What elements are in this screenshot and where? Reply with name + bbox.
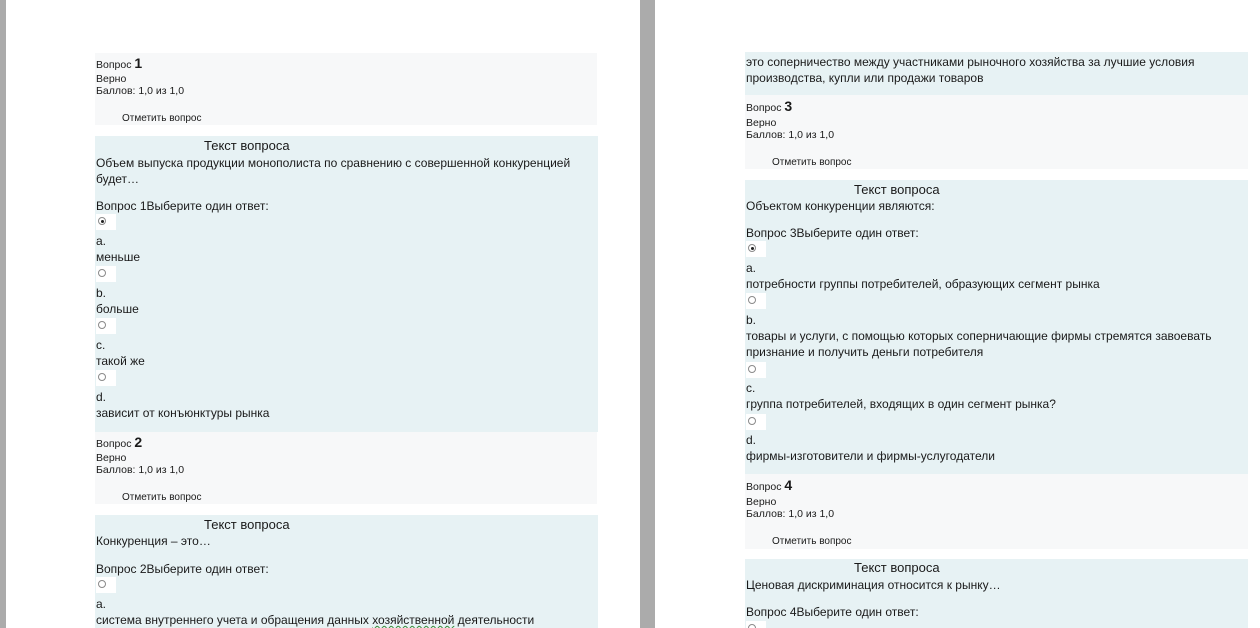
option-d-text: зависит от конъюнктуры рынка xyxy=(96,406,270,420)
question-2-prompt: Вопрос 2Выберите один ответ: xyxy=(96,562,269,576)
question-4-score: Баллов: 1,0 из 1,0 xyxy=(746,508,835,520)
question-2-info: Вопрос 2 Верно Баллов: 1,0 из 1,0 Отмети… xyxy=(95,432,597,504)
question-3-info: Вопрос 3 Верно Баллов: 1,0 из 1,0 Отмети… xyxy=(745,95,1248,169)
option-a-letter: a. xyxy=(96,597,107,611)
option-a-radio[interactable] xyxy=(746,241,766,257)
option-a-radio[interactable] xyxy=(96,214,116,230)
option-a-text: система внутреннего учета и обращения да… xyxy=(96,612,534,628)
question-2-status: Верно xyxy=(96,452,127,464)
question-3-prompt: Вопрос 3Выберите один ответ: xyxy=(746,226,919,240)
question-4-status: Верно xyxy=(746,496,777,508)
question-3-content: Текст вопроса Объектом конкуренции являю… xyxy=(745,180,1248,474)
option-c-letter: c. xyxy=(746,381,756,395)
question-3-status: Верно xyxy=(746,117,777,129)
spellcheck-word: хозяйственной xyxy=(372,613,455,627)
question-3-header: Вопрос 3 xyxy=(746,98,793,114)
question-4-text-line1: Ценовая дискриминация относится к рынку… xyxy=(746,578,1001,592)
question-number: 4 xyxy=(784,477,793,493)
question-text-heading: Текст вопроса xyxy=(854,560,940,575)
option-d-radio[interactable] xyxy=(96,370,116,386)
option-a-letter: a. xyxy=(96,234,107,248)
option-c-text: группа потребителей, входящих в один сег… xyxy=(746,397,1056,411)
question-2-header: Вопрос 2 xyxy=(96,434,143,450)
option-c-radio[interactable] xyxy=(746,362,766,378)
question-3-text-line1: Объектом конкуренции являются: xyxy=(746,199,935,213)
option-c-radio[interactable] xyxy=(96,318,116,334)
option-c-letter: c. xyxy=(96,338,106,352)
option-d-letter: d. xyxy=(746,433,757,447)
option-a-radio[interactable] xyxy=(746,621,766,628)
question-1-score: Баллов: 1,0 из 1,0 xyxy=(96,85,185,97)
option-a-text-part: деятельности xyxy=(454,613,535,627)
question-1-info: Вопрос 1 Верно Баллов: 1,0 из 1,0 Отмети… xyxy=(95,53,597,125)
question-label: Вопрос xyxy=(746,481,782,493)
flag-question-4-link[interactable]: Отметить вопрос xyxy=(772,536,852,547)
option-a-radio[interactable] xyxy=(96,577,116,593)
question-4-header: Вопрос 4 xyxy=(746,477,793,493)
question-text-heading: Текст вопроса xyxy=(204,138,290,153)
option-d-radio[interactable] xyxy=(746,414,766,430)
question-label: Вопрос xyxy=(746,102,782,114)
option-b-radio[interactable] xyxy=(96,266,116,282)
question-1-content: Текст вопроса Объем выпуска продукции мо… xyxy=(95,136,598,432)
question-text-heading: Текст вопроса xyxy=(204,517,290,532)
option-c-text: такой же xyxy=(96,354,145,368)
question-1-text-line2: будет… xyxy=(96,172,139,186)
question-2-score: Баллов: 1,0 из 1,0 xyxy=(96,464,185,476)
question-1-prompt: Вопрос 1Выберите один ответ: xyxy=(96,199,269,213)
option-a-text-part: система внутреннего учета и обращения да… xyxy=(96,613,373,627)
option-a-text: потребности группы потребителей, образую… xyxy=(746,277,1100,291)
question-1-header: Вопрос 1 xyxy=(96,55,143,71)
question-label: Вопрос xyxy=(96,438,132,450)
option-b-letter: b. xyxy=(96,286,107,300)
question-2-content: Текст вопроса Конкуренция – это… Вопрос … xyxy=(95,515,598,628)
question-2-continuation: это соперничество между участниками рыно… xyxy=(745,52,1248,95)
option-d-text: фирмы-изготовители и фирмы-услугодатели xyxy=(746,449,995,463)
question-4-prompt: Вопрос 4Выберите один ответ: xyxy=(746,605,919,619)
question-text-heading: Текст вопроса xyxy=(854,182,940,197)
option-d-letter: d. xyxy=(96,390,107,404)
flag-question-1-link[interactable]: Отметить вопрос xyxy=(122,113,202,124)
question-1-status: Верно xyxy=(96,73,127,85)
question-3-score: Баллов: 1,0 из 1,0 xyxy=(746,129,835,141)
option-a-text: меньше xyxy=(96,250,141,264)
question-1-text-line1: Объем выпуска продукции монополиста по с… xyxy=(96,156,571,170)
question-number: 1 xyxy=(134,55,143,71)
option-b-radio[interactable] xyxy=(746,293,766,309)
option-b-text-line2: производства, купли или продажи товаров xyxy=(746,71,984,85)
document-page-right: это соперничество между участниками рыно… xyxy=(655,0,1260,628)
option-a-letter: a. xyxy=(746,261,757,275)
flag-question-2-link[interactable]: Отметить вопрос xyxy=(122,492,202,503)
question-label: Вопрос xyxy=(96,59,132,71)
document-page-left: Вопрос 1 Верно Баллов: 1,0 из 1,0 Отмети… xyxy=(6,0,640,628)
question-number: 3 xyxy=(784,98,793,114)
option-b-letter: b. xyxy=(746,313,757,327)
question-2-text-line1: Конкуренция – это… xyxy=(96,534,211,548)
option-b-text-line2: признание и получить деньги потребителя xyxy=(746,345,984,359)
option-b-text-line1: товары и услуги, с помощью которых сопер… xyxy=(746,329,1212,343)
option-b-text: больше xyxy=(96,302,139,316)
flag-question-3-link[interactable]: Отметить вопрос xyxy=(772,157,852,168)
option-b-text-line1: это соперничество между участниками рыно… xyxy=(746,55,1195,69)
question-4-info: Вопрос 4 Верно Баллов: 1,0 из 1,0 Отмети… xyxy=(745,474,1248,549)
question-4-content: Текст вопроса Ценовая дискриминация отно… xyxy=(745,559,1248,628)
question-number: 2 xyxy=(134,434,143,450)
